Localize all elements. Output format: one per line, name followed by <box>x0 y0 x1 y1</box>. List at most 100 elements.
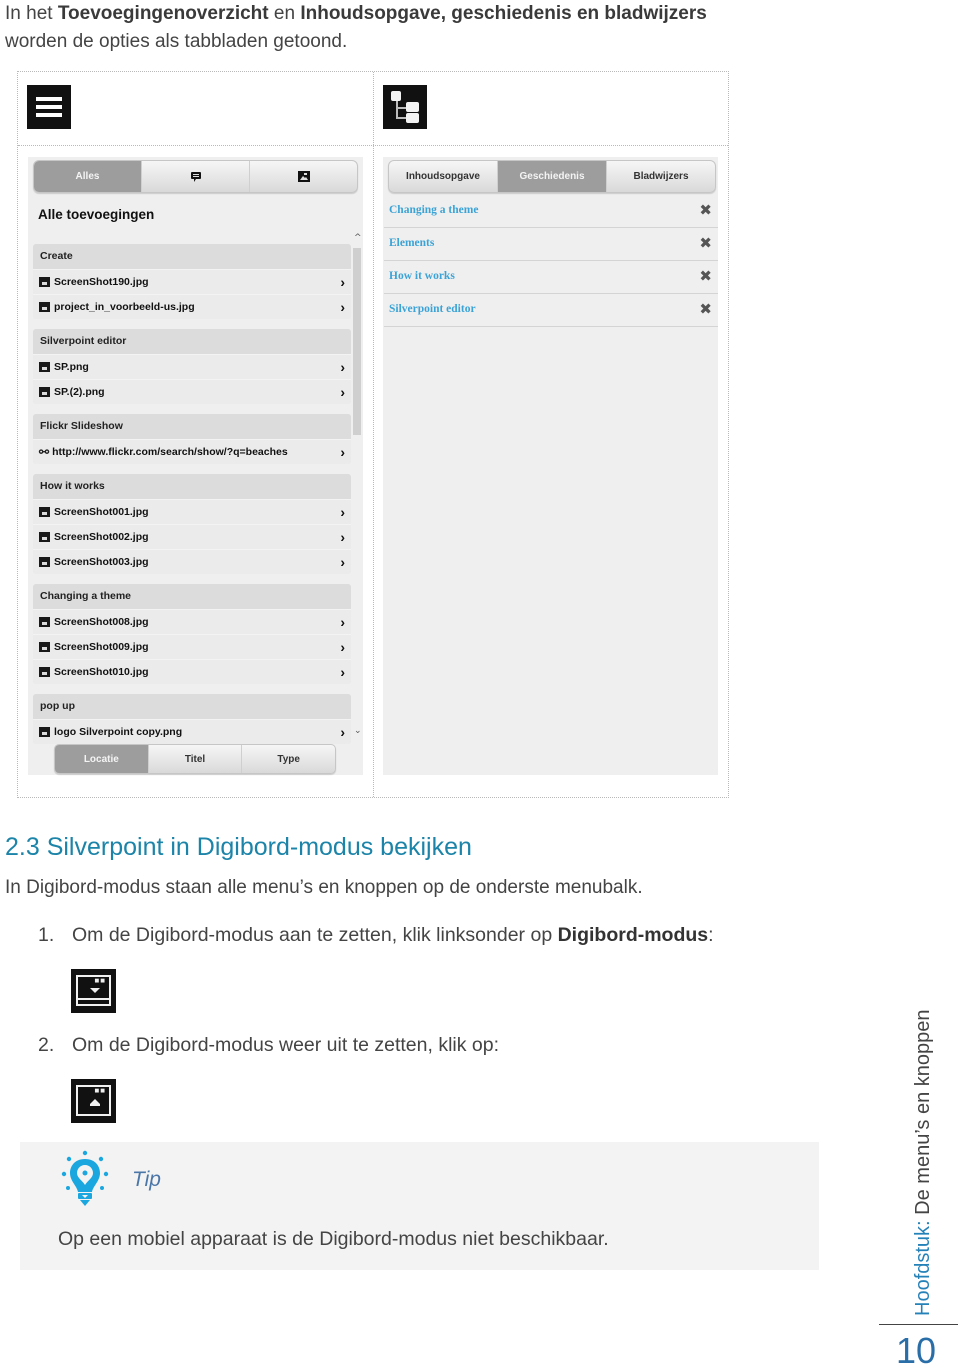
page-number: 10 <box>896 1330 937 1369</box>
list-item-label: project_in_voorbeeld-us.jpg <box>54 301 195 313</box>
image-icon <box>39 532 50 542</box>
step-text: Om de Digibord-modus aan te zetten, klik… <box>72 924 558 946</box>
list-item-label: ScreenShot010.jpg <box>54 666 149 678</box>
tab-bladwijzers[interactable]: Bladwijzers <box>607 161 715 192</box>
step-number: 1. <box>38 924 55 946</box>
chevron-right-icon[interactable]: › <box>340 529 345 545</box>
list-item-label: ScreenShot002.jpg <box>54 531 149 543</box>
list-item[interactable]: ScreenShot009.jpg › <box>33 634 351 659</box>
tip-label: Tip <box>132 1168 161 1191</box>
list-item[interactable]: ScreenShot190.jpg › <box>33 269 351 294</box>
panel-title: Alle toevoegingen <box>38 207 155 222</box>
list-item[interactable]: ScreenShot010.jpg › <box>33 659 351 684</box>
chevron-right-icon[interactable]: › <box>340 724 345 740</box>
intro-text: worden de opties als tabbladen getoond. <box>5 31 348 52</box>
step-2: 2. Om de Digibord-modus weer uit te zette… <box>38 1034 499 1057</box>
tab-geschiedenis[interactable]: Geschiedenis <box>498 161 607 192</box>
image-icon <box>39 302 50 312</box>
list-item[interactable]: ⚯ http://www.flickr.com/search/show/?q=be… <box>33 439 351 464</box>
digibord-mode-on-icon[interactable]: ■■ <box>71 969 116 1013</box>
image-icon <box>39 727 50 737</box>
list-item[interactable]: ScreenShot008.jpg › <box>33 609 351 634</box>
history-item[interactable]: Silverpoint editor ✖ <box>384 295 718 327</box>
tab-images[interactable] <box>250 161 357 192</box>
page-divider <box>879 1324 958 1325</box>
image-icon <box>39 667 50 677</box>
chevron-right-icon[interactable]: › <box>340 639 345 655</box>
image-icon <box>39 557 50 567</box>
chevron-right-icon[interactable]: › <box>340 299 345 315</box>
list-item-label: ScreenShot001.jpg <box>54 506 149 518</box>
image-icon <box>297 171 310 182</box>
chevron-right-icon[interactable]: › <box>340 554 345 570</box>
group-heading: pop up <box>33 694 351 719</box>
chevron-right-icon[interactable]: › <box>340 444 345 460</box>
history-item-link[interactable]: Elements <box>389 237 434 249</box>
list-item-label: SP.png <box>54 361 89 373</box>
step-bold: Digibord-modus <box>557 924 709 946</box>
additions-group: Changing a theme ScreenShot008.jpg › Screen… <box>33 584 351 684</box>
arrow-up-icon <box>90 1099 100 1106</box>
history-item[interactable]: Elements ✖ <box>384 229 718 261</box>
intro-text: In het <box>5 3 58 24</box>
list-item[interactable]: ScreenShot002.jpg › <box>33 524 351 549</box>
list-item[interactable]: project_in_voorbeeld-us.jpg › <box>33 294 351 319</box>
list-item-label: SP.(2).png <box>54 386 105 398</box>
window-frame: ■■ <box>76 975 111 1006</box>
scroll-up-icon[interactable]: ^ <box>354 233 362 243</box>
tab-label: Type <box>277 753 300 765</box>
chevron-right-icon[interactable]: › <box>340 274 345 290</box>
history-item-link[interactable]: Silverpoint editor <box>389 303 476 315</box>
history-item[interactable]: How it works ✖ <box>384 262 718 294</box>
chevron-right-icon[interactable]: › <box>340 614 345 630</box>
chevron-right-icon[interactable]: › <box>340 504 345 520</box>
scrollbar-thumb[interactable] <box>353 248 361 435</box>
chapter-title: Hoofdstuk: De menu’s en knoppen <box>912 1010 935 1317</box>
additions-group: Flickr Slideshow ⚯ http://www.flickr.com/s… <box>33 414 351 464</box>
image-icon <box>39 617 50 627</box>
close-icon[interactable]: ✖ <box>699 201 712 219</box>
tab-label: Inhoudsopgave <box>406 171 480 182</box>
chapter-name: De menu’s en knoppen <box>912 1009 934 1221</box>
table-divider <box>18 145 728 146</box>
tab-label: Geschiedenis <box>519 171 585 182</box>
chevron-right-icon[interactable]: › <box>340 384 345 400</box>
list-item[interactable]: ScreenShot003.jpg › <box>33 549 351 574</box>
list-item[interactable]: ScreenShot001.jpg › <box>33 499 351 524</box>
group-heading: Create <box>33 244 351 269</box>
scroll-down-icon[interactable]: ⌄ <box>354 726 362 736</box>
close-icon[interactable]: ✖ <box>699 300 712 318</box>
step-text: Om de Digibord-modus weer uit te zetten,… <box>72 1034 500 1056</box>
sort-tabs: Locatie Titel Type <box>54 744 336 774</box>
history-item-link[interactable]: How it works <box>389 270 455 282</box>
hamburger-menu-icon[interactable] <box>27 85 71 129</box>
section-intro: In Digibord-modus staan alle menu’s en k… <box>5 877 643 898</box>
list-item[interactable]: SP.(2).png › <box>33 379 351 404</box>
tab-inhoudsopgave[interactable]: Inhoudsopgave <box>389 161 498 192</box>
additions-group: Silverpoint editor SP.png › SP.(2).png › <box>33 329 351 404</box>
close-icon[interactable]: ✖ <box>699 234 712 252</box>
tab-label: Bladwijzers <box>633 171 689 182</box>
sort-tab-location[interactable]: Locatie <box>55 745 149 773</box>
tab-all[interactable]: Alles <box>34 161 142 192</box>
list-item[interactable]: SP.png › <box>33 354 351 379</box>
tab-comments[interactable] <box>142 161 250 192</box>
chevron-right-icon[interactable]: › <box>340 664 345 680</box>
history-item-link[interactable]: Changing a theme <box>389 204 478 216</box>
list-item[interactable]: logo Silverpoint copy.png › <box>33 719 351 744</box>
comment-icon <box>190 171 201 182</box>
digibord-mode-off-icon[interactable]: ■■ <box>71 1079 116 1123</box>
history-item[interactable]: Changing a theme ✖ <box>384 196 718 228</box>
sort-tab-type[interactable]: Type <box>242 745 335 773</box>
chevron-right-icon[interactable]: › <box>340 359 345 375</box>
tree-structure-icon[interactable] <box>383 85 427 129</box>
section-heading: 2.3 Silverpoint in Digibord-modus bekijk… <box>5 833 472 861</box>
close-icon[interactable]: ✖ <box>699 267 712 285</box>
intro-bold-toc: Inhoudsopgave, geschiedenis en bladwijze… <box>300 3 707 24</box>
sort-tab-title[interactable]: Titel <box>149 745 243 773</box>
additions-group: Create ScreenShot190.jpg › project_in_voorb… <box>33 244 351 319</box>
arrow-down-icon <box>90 988 100 993</box>
intro-text: en <box>268 3 301 24</box>
additions-group: pop up logo Silverpoint copy.png › <box>33 694 351 744</box>
table-divider <box>373 72 374 797</box>
